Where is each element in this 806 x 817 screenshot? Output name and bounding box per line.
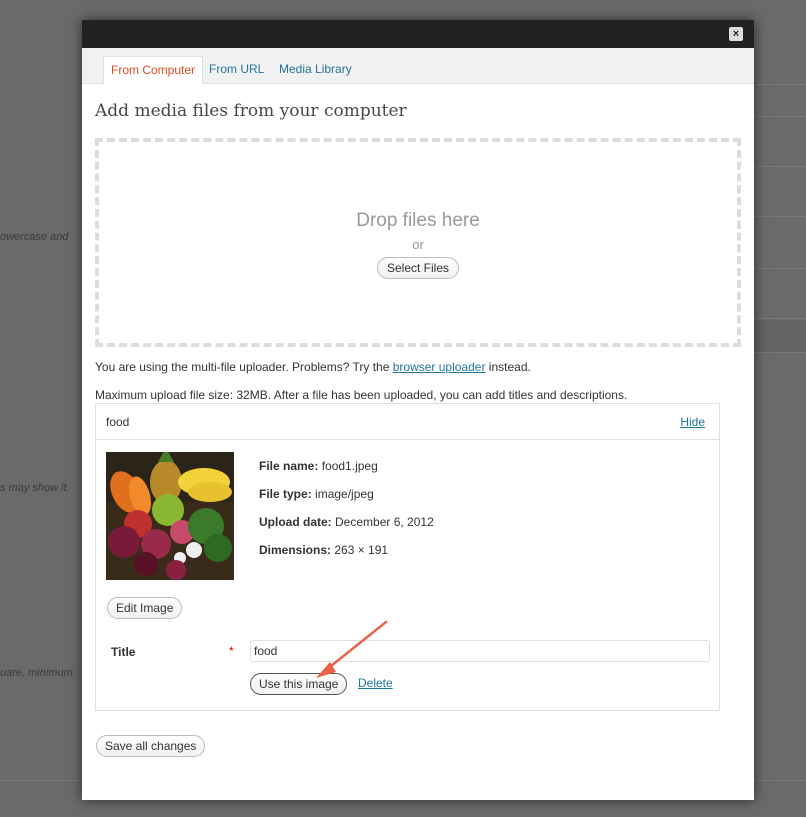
food-thumbnail-image — [106, 452, 234, 580]
upload-date-row: Upload date: December 6, 2012 — [259, 515, 434, 529]
media-item: food Hide File name: food1.jpeg File typ… — [95, 403, 720, 711]
dimensions-label: Dimensions: — [259, 543, 332, 557]
browser-uploader-link[interactable]: browser uploader — [393, 360, 486, 374]
background-divider — [754, 352, 806, 353]
dimensions-row: Dimensions: 263 × 191 — [259, 543, 388, 557]
upload-date-value: December 6, 2012 — [335, 515, 434, 529]
title-input[interactable] — [250, 640, 710, 662]
save-all-changes-button[interactable]: Save all changes — [96, 735, 206, 757]
file-type-label: File type: — [259, 487, 312, 501]
drop-or-text: or — [412, 237, 424, 252]
background-divider — [754, 116, 806, 117]
file-name-row: File name: food1.jpeg — [259, 459, 378, 473]
uploader-info-suffix: instead. — [488, 360, 531, 374]
file-name-label: File name: — [259, 459, 319, 473]
file-name-value: food1.jpeg — [321, 459, 378, 473]
title-label: Title — [111, 645, 136, 659]
background-text: owercase and — [0, 231, 69, 243]
drop-zone[interactable]: Drop files here or Select Files — [95, 138, 741, 347]
upload-date-label: Upload date: — [259, 515, 332, 529]
background-divider — [754, 318, 806, 319]
media-tabs: From Computer From URL Media Library — [82, 48, 754, 84]
upload-media-dialog: × From Computer From URL Media Library A… — [82, 20, 754, 800]
background-text: uare, minimum — [0, 667, 73, 679]
tab-media-library[interactable]: Media Library — [272, 56, 359, 84]
background-divider — [754, 268, 806, 269]
media-item-header: food Hide — [96, 404, 719, 440]
dimensions-value: 263 × 191 — [334, 543, 389, 557]
required-indicator: * — [229, 644, 234, 658]
page-title: Add media files from your computer — [95, 101, 407, 121]
select-files-button[interactable]: Select Files — [376, 257, 460, 279]
background-block — [754, 320, 806, 352]
file-type-value: image/jpeg — [315, 487, 374, 501]
hide-link[interactable]: Hide — [680, 415, 705, 429]
close-button[interactable]: × — [729, 27, 743, 41]
background-text: s may show it. — [0, 482, 70, 494]
tab-from-url[interactable]: From URL — [202, 56, 271, 84]
background-divider — [754, 84, 806, 85]
drop-files-text: Drop files here — [356, 210, 480, 231]
background-divider — [754, 166, 806, 167]
max-upload-info: Maximum upload file size: 32MB. After a … — [95, 388, 628, 402]
background-divider — [754, 216, 806, 217]
uploader-info-prefix: You are using the multi-file uploader. P… — [95, 360, 390, 374]
tab-from-computer[interactable]: From Computer — [103, 56, 204, 84]
use-this-image-button[interactable]: Use this image — [250, 673, 348, 695]
delete-link[interactable]: Delete — [358, 676, 393, 690]
edit-image-button[interactable]: Edit Image — [107, 597, 183, 619]
dialog-titlebar: × — [82, 20, 754, 48]
uploader-info: You are using the multi-file uploader. P… — [95, 360, 531, 374]
media-item-name: food — [106, 415, 130, 429]
file-type-row: File type: image/jpeg — [259, 487, 374, 501]
